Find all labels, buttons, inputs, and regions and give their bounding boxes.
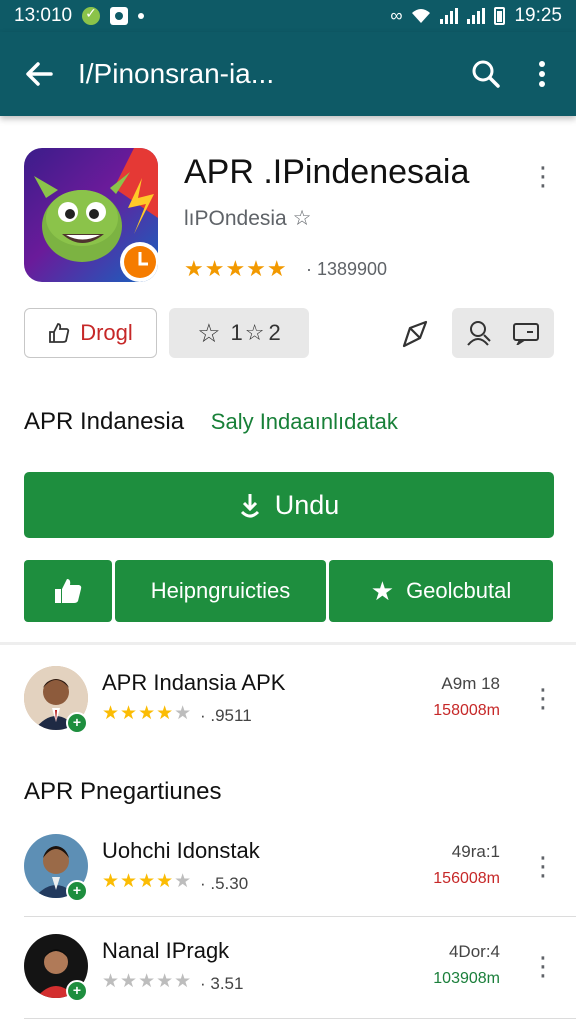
- rating-chip-label: 1: [230, 320, 243, 345]
- check-notification-icon: [82, 5, 101, 25]
- item-title: Uohchi Idonstak: [102, 838, 260, 863]
- list-item[interactable]: + APR Indansia APK ★★★★★ · .9511 A9m 18 …: [0, 660, 576, 750]
- install-label: Undu: [274, 489, 340, 520]
- rating-chip-button[interactable]: ☆ 1 ☆ 2: [169, 308, 309, 358]
- item-meta: 49ra:1: [451, 842, 500, 861]
- status-time-left: 13:010: [14, 5, 73, 26]
- verified-badge-icon: +: [66, 880, 88, 902]
- list-divider: [24, 916, 576, 917]
- app-name: APR .IPindenesaia: [184, 153, 470, 191]
- item-rating: · .5.30: [200, 874, 249, 893]
- item-size: 156008m: [433, 870, 500, 887]
- star-outline-icon: ☆: [292, 207, 312, 230]
- item-rating: · 3.51: [200, 974, 244, 993]
- install-button[interactable]: Undu: [24, 472, 554, 538]
- favorite-button[interactable]: ★ Geolcbutal: [329, 560, 553, 622]
- signal-icon: [440, 8, 459, 24]
- account-search-icon: [467, 321, 491, 346]
- more-notifications-icon: [138, 13, 145, 19]
- item-title: APR Indansia APK: [102, 670, 286, 695]
- vibrate-icon: ∞: [390, 6, 403, 25]
- thumb-up-outline-icon: [49, 323, 70, 343]
- item-stars: ★★★★★: [102, 971, 193, 992]
- chip-outline-label: Drogl: [80, 320, 133, 345]
- app-icon: [24, 148, 158, 282]
- helpful-button[interactable]: Heipngruicties: [115, 560, 326, 622]
- star-outline-icon: ☆: [197, 317, 221, 348]
- verified-badge-icon: +: [66, 980, 88, 1002]
- back-arrow-icon[interactable]: [0, 32, 78, 116]
- signal-2-icon: [467, 8, 486, 24]
- helpful-label: Heipngruicties: [150, 578, 291, 603]
- search-icon[interactable]: [458, 32, 514, 116]
- battery-icon: [494, 7, 506, 25]
- app-notification-icon: [110, 7, 129, 25]
- app-bar: I/Pinonsran-ia...: [0, 32, 576, 116]
- thumb-chip-button[interactable]: Drogl: [24, 308, 157, 358]
- app-bar-title: I/Pinonsran-ia...: [78, 58, 275, 89]
- profile-chip-button[interactable]: [452, 308, 554, 358]
- like-button[interactable]: [24, 560, 112, 622]
- download-hand-icon: [240, 494, 259, 518]
- wifi-icon: [412, 9, 431, 23]
- section-line: APR Indanesia Saly Indaaınlıdatak: [24, 408, 398, 436]
- section-label: APR Indanesia: [24, 408, 185, 435]
- status-bar: 13:010 ∞ 19:25: [0, 0, 576, 32]
- rating-stars: ★★★★★: [184, 256, 288, 281]
- review-count: · 1389900: [306, 259, 388, 279]
- star-filled-icon: ★: [370, 575, 395, 606]
- list-item[interactable]: + Nanal IPragk ★★★★★ · 3.51 4Dor:4 10390…: [0, 926, 576, 1016]
- item-meta: 4Dor:4: [448, 942, 500, 961]
- message-icon: [513, 323, 539, 345]
- item-size: 158008m: [433, 702, 500, 719]
- rating-chip-value: 2: [268, 320, 281, 345]
- favorite-label: Geolcbutal: [406, 578, 512, 603]
- list-item[interactable]: + Uohchi Idonstak ★★★★★ · .5.30 49ra:1 1…: [0, 826, 576, 916]
- list-divider: [24, 1018, 576, 1019]
- status-time-right: 19:25: [514, 5, 562, 26]
- developer-name[interactable]: lıPOndesia ☆: [184, 206, 311, 231]
- section-green-text[interactable]: Saly Indaaınlıdatak: [211, 409, 398, 434]
- item-size: 103908m: [433, 970, 500, 987]
- item-stars: ★★★★★: [102, 871, 193, 892]
- tag-icon[interactable]: [394, 312, 438, 356]
- section-divider: [0, 642, 576, 645]
- app-overflow-icon[interactable]: ⋮: [528, 156, 558, 196]
- verified-badge-icon: +: [66, 712, 88, 734]
- item-overflow-icon[interactable]: ⋮: [528, 846, 558, 886]
- item-rating: · .9511: [200, 706, 252, 725]
- item-overflow-icon[interactable]: ⋮: [528, 946, 558, 986]
- item-title: Nanal IPragk: [102, 938, 230, 963]
- section-subheading: APR Pnegartiunes: [24, 778, 222, 805]
- thumb-up-icon: [55, 579, 82, 603]
- item-meta: A9m 18: [441, 674, 500, 693]
- item-stars: ★★★★★: [102, 703, 193, 724]
- item-overflow-icon[interactable]: ⋮: [528, 678, 558, 718]
- star-small-icon: ☆: [244, 320, 265, 345]
- overflow-menu-icon[interactable]: [514, 32, 570, 116]
